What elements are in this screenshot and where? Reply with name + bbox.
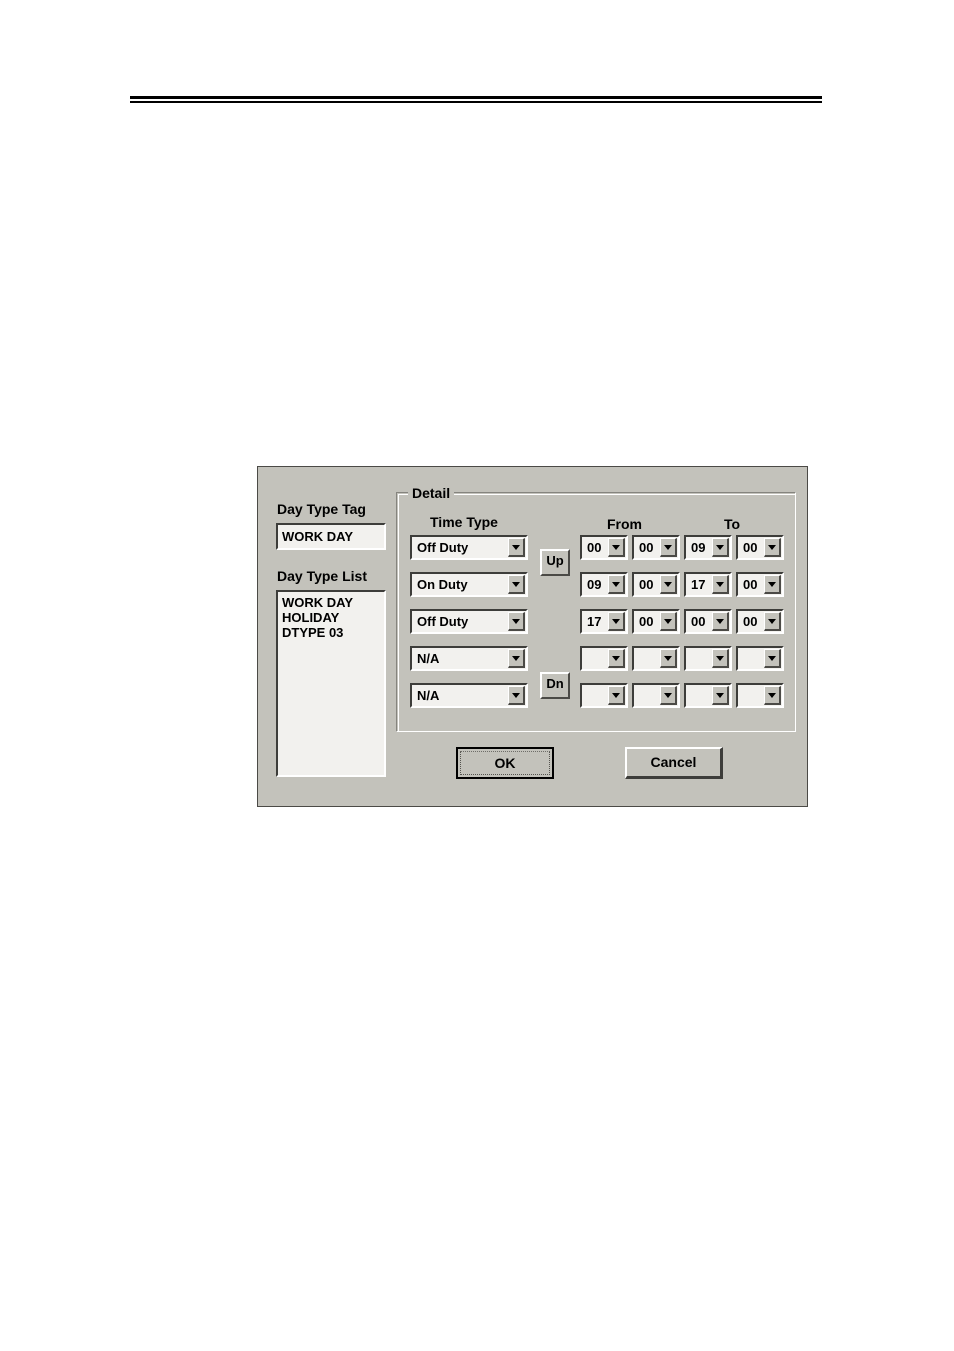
from-hour-select-row-3[interactable]: 17: [580, 609, 628, 634]
move-up-button[interactable]: Up: [540, 549, 570, 576]
from-hour-select-row-1[interactable]: 00: [580, 535, 628, 560]
to-hour-select-row-5[interactable]: [684, 683, 732, 708]
chevron-down-icon[interactable]: [764, 538, 781, 557]
from-hour-select-row-5[interactable]: [580, 683, 628, 708]
cancel-button[interactable]: Cancel: [625, 747, 723, 779]
rule-line-bottom: [130, 101, 822, 103]
to-hour-value-row-2: 17: [691, 577, 706, 592]
chevron-down-icon[interactable]: [712, 686, 729, 705]
time-type-value-row-1: Off Duty: [417, 540, 469, 555]
chevron-down-icon[interactable]: [508, 612, 525, 631]
time-type-value-row-4: N/A: [417, 651, 440, 666]
chevron-down-icon[interactable]: [608, 649, 625, 668]
from-minute-select-row-4[interactable]: [632, 646, 680, 671]
day-type-tag-value: WORK DAY: [282, 529, 354, 544]
to-minute-value-row-1: 00: [743, 540, 758, 555]
column-header-time-type: Time Type: [430, 514, 498, 530]
from-hour-select-row-2[interactable]: 09: [580, 572, 628, 597]
ok-button-label: OK: [460, 751, 550, 775]
detail-groupbox-title: Detail: [408, 485, 455, 501]
chevron-down-icon[interactable]: [712, 612, 729, 631]
day-type-listbox[interactable]: WORK DAY HOLIDAY DTYPE 03: [276, 590, 386, 777]
page-header-rule: [130, 96, 822, 103]
to-minute-select-row-1[interactable]: 00: [736, 535, 784, 560]
chevron-down-icon[interactable]: [712, 538, 729, 557]
to-minute-value-row-3: 00: [743, 614, 758, 629]
from-minute-select-row-3[interactable]: 00: [632, 609, 680, 634]
chevron-down-icon[interactable]: [764, 575, 781, 594]
to-hour-select-row-3[interactable]: 00: [684, 609, 732, 634]
day-type-tag-label: Day Type Tag: [277, 501, 366, 517]
chevron-down-icon[interactable]: [660, 649, 677, 668]
chevron-down-icon[interactable]: [508, 686, 525, 705]
chevron-down-icon[interactable]: [608, 575, 625, 594]
chevron-down-icon[interactable]: [660, 538, 677, 557]
chevron-down-icon[interactable]: [508, 575, 525, 594]
from-minute-select-row-5[interactable]: [632, 683, 680, 708]
from-minute-value-row-2: 00: [639, 577, 654, 592]
chevron-down-icon[interactable]: [660, 686, 677, 705]
list-item[interactable]: WORK DAY: [282, 595, 384, 610]
from-hour-value-row-3: 17: [587, 614, 602, 629]
to-hour-value-row-1: 09: [691, 540, 706, 555]
chevron-down-icon[interactable]: [660, 575, 677, 594]
chevron-down-icon[interactable]: [608, 686, 625, 705]
chevron-down-icon[interactable]: [712, 575, 729, 594]
chevron-down-icon[interactable]: [764, 686, 781, 705]
column-header-to: To: [724, 516, 741, 532]
time-type-select-row-2[interactable]: On Duty: [410, 572, 528, 597]
chevron-down-icon[interactable]: [608, 538, 625, 557]
to-minute-select-row-4[interactable]: [736, 646, 784, 671]
list-item[interactable]: DTYPE 03: [282, 625, 384, 640]
ok-button[interactable]: OK: [456, 747, 554, 779]
from-hour-select-row-4[interactable]: [580, 646, 628, 671]
chevron-down-icon[interactable]: [764, 649, 781, 668]
to-minute-value-row-2: 00: [743, 577, 758, 592]
column-header-from: From: [607, 516, 642, 532]
day-type-tag-input[interactable]: WORK DAY: [276, 523, 386, 550]
to-minute-select-row-3[interactable]: 00: [736, 609, 784, 634]
move-down-button[interactable]: Dn: [540, 672, 570, 699]
chevron-down-icon[interactable]: [764, 612, 781, 631]
time-type-select-row-1[interactable]: Off Duty: [410, 535, 528, 560]
from-minute-select-row-2[interactable]: 00: [632, 572, 680, 597]
to-hour-select-row-1[interactable]: 09: [684, 535, 732, 560]
to-hour-select-row-4[interactable]: [684, 646, 732, 671]
to-minute-select-row-2[interactable]: 00: [736, 572, 784, 597]
to-minute-select-row-5[interactable]: [736, 683, 784, 708]
chevron-down-icon[interactable]: [660, 612, 677, 631]
time-type-value-row-5: N/A: [417, 688, 440, 703]
from-minute-value-row-3: 00: [639, 614, 654, 629]
from-hour-value-row-2: 09: [587, 577, 602, 592]
from-minute-value-row-1: 00: [639, 540, 654, 555]
day-type-list-label: Day Type List: [277, 568, 367, 584]
chevron-down-icon[interactable]: [508, 538, 525, 557]
chevron-down-icon[interactable]: [712, 649, 729, 668]
time-type-select-row-4[interactable]: N/A: [410, 646, 528, 671]
list-item[interactable]: HOLIDAY: [282, 610, 384, 625]
time-type-select-row-5[interactable]: N/A: [410, 683, 528, 708]
to-hour-select-row-2[interactable]: 17: [684, 572, 732, 597]
to-hour-value-row-3: 00: [691, 614, 706, 629]
chevron-down-icon[interactable]: [508, 649, 525, 668]
time-type-value-row-3: Off Duty: [417, 614, 469, 629]
time-type-value-row-2: On Duty: [417, 577, 468, 592]
chevron-down-icon[interactable]: [608, 612, 625, 631]
time-type-select-row-3[interactable]: Off Duty: [410, 609, 528, 634]
from-minute-select-row-1[interactable]: 00: [632, 535, 680, 560]
from-hour-value-row-1: 00: [587, 540, 602, 555]
